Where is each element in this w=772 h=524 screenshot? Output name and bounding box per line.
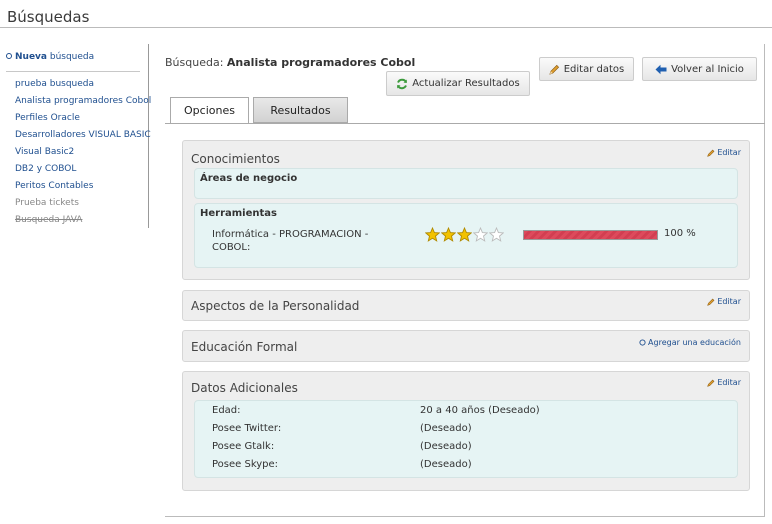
edit-data-button[interactable]: Editar datos: [539, 57, 634, 81]
herramientas-title: Herramientas: [200, 208, 277, 219]
skill-name: Informática - PROGRAMACION - COBOL:: [212, 229, 369, 253]
star-filled-icon: [425, 227, 440, 242]
edit-link-label: Editar: [717, 297, 741, 306]
back-home-button[interactable]: Volver al Inicio: [642, 57, 757, 81]
new-search-strong: Nueva: [15, 52, 47, 62]
sidebar-item[interactable]: Peritos Contables: [15, 180, 151, 197]
panel-title: Aspectos de la Personalidad: [191, 299, 360, 313]
search-heading: Búsqueda: Analista programadores Cobol: [165, 56, 415, 69]
row-label: Edad:: [212, 405, 241, 416]
areas-box: Áreas de negocio: [194, 168, 738, 199]
star-empty-icon: [489, 227, 504, 242]
row-label: Posee Gtalk:: [212, 441, 275, 452]
pencil-icon: [707, 298, 715, 306]
sidebar-item[interactable]: prueba busqueda: [15, 78, 151, 95]
star-empty-icon: [473, 227, 488, 242]
sidebar: Nueva búsqueda prueba busqueda Analista …: [0, 44, 151, 231]
panel-datos-adicionales: Datos Adicionales Editar Edad: 20 a 40 a…: [182, 371, 750, 491]
edit-link-label: Editar: [717, 148, 741, 157]
star-filled-icon: [457, 227, 472, 242]
panel-title: Conocimientos: [191, 152, 280, 166]
arrow-left-icon: [655, 64, 667, 74]
sidebar-divider: [6, 71, 140, 72]
panel-conocimientos: Conocimientos Editar Áreas de negocio He…: [182, 140, 750, 280]
row-value: (Deseado): [420, 459, 472, 470]
refresh-results-button[interactable]: Actualizar Resultados: [386, 71, 530, 96]
skill-progress-bar: [523, 230, 658, 240]
areas-title: Áreas de negocio: [200, 173, 298, 184]
back-home-label: Volver al Inicio: [671, 63, 744, 75]
tab-opciones[interactable]: Opciones: [170, 97, 249, 124]
circle-plus-icon: [639, 339, 646, 346]
row-label: Posee Skype:: [212, 459, 279, 470]
tabs-divider: [165, 123, 765, 124]
pencil-icon: [549, 64, 559, 75]
refresh-icon: [397, 78, 408, 89]
edit-data-label: Editar datos: [563, 63, 625, 75]
edit-datos-link[interactable]: Editar: [707, 378, 741, 387]
herramientas-box: Herramientas Informática - PROGRAMACION …: [194, 203, 738, 268]
search-name: Analista programadores Cobol: [226, 56, 416, 69]
panel-title: Educación Formal: [191, 340, 298, 354]
datos-box: Edad: 20 a 40 años (Deseado) Posee Twitt…: [194, 400, 738, 478]
panel-personalidad: Aspectos de la Personalidad Editar: [182, 290, 750, 321]
sidebar-item[interactable]: Busqueda JAVA: [15, 214, 151, 231]
row-value: 20 a 40 años (Deseado): [420, 405, 540, 416]
star-rating: [425, 227, 504, 242]
main-content: Búsqueda: Analista programadores Cobol E…: [165, 44, 765, 517]
tab-resultados[interactable]: Resultados: [253, 97, 348, 123]
new-search-link[interactable]: Nueva búsqueda: [6, 52, 94, 62]
star-filled-icon: [441, 227, 456, 242]
circle-icon: [6, 53, 12, 59]
search-prefix: Búsqueda:: [165, 56, 224, 69]
sidebar-item[interactable]: Desarrolladores VISUAL BASIC: [15, 129, 151, 146]
page-title: Búsquedas: [7, 8, 90, 26]
add-education-link[interactable]: Agregar una educación: [639, 338, 741, 347]
panel-title: Datos Adicionales: [191, 381, 298, 395]
edit-personalidad-link[interactable]: Editar: [707, 297, 741, 306]
refresh-results-label: Actualizar Resultados: [412, 78, 520, 89]
new-search-rest: búsqueda: [49, 52, 95, 62]
add-education-label: Agregar una educación: [648, 338, 741, 347]
title-divider: [0, 27, 772, 28]
edit-conocimientos-link[interactable]: Editar: [707, 148, 741, 157]
row-value: (Deseado): [420, 423, 472, 434]
pencil-icon: [707, 379, 715, 387]
sidebar-item[interactable]: Visual Basic2: [15, 146, 151, 163]
row-value: (Deseado): [420, 441, 472, 452]
pencil-icon: [707, 149, 715, 157]
sidebar-item[interactable]: DB2 y COBOL: [15, 163, 151, 180]
row-label: Posee Twitter:: [212, 423, 282, 434]
sidebar-item[interactable]: Analista programadores Cobol: [15, 95, 151, 112]
saved-searches-list: prueba busqueda Analista programadores C…: [15, 78, 151, 231]
edit-link-label: Editar: [717, 378, 741, 387]
sidebar-item[interactable]: Prueba tickets: [15, 197, 151, 214]
panel-educacion: Educación Formal Agregar una educación: [182, 330, 750, 362]
sidebar-item[interactable]: Perfiles Oracle: [15, 112, 151, 129]
skill-percent: 100 %: [664, 228, 696, 239]
